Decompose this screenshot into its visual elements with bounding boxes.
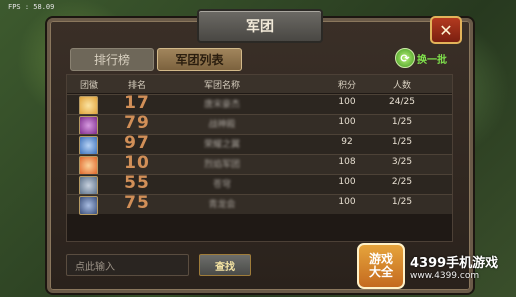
legion-name: 苍穹 [212,180,231,190]
score-value: 100 [338,97,356,107]
refresh-button[interactable]: ⟳ 换一批 [395,48,447,68]
header-name: 军团名称 [203,81,240,91]
rank-value: 97 [124,133,150,153]
watermark-url: www.4399.com [410,270,480,281]
legion-emblem-icon [79,96,98,115]
close-icon: ✕ [439,20,453,40]
legion-name: 战神殿 [208,120,236,130]
close-button[interactable]: ✕ [430,16,462,44]
dialog-title: 军团 [197,9,323,43]
watermark-title: 4399手机游戏 [410,255,499,271]
members-value: 2/25 [391,177,413,187]
legion-name: 青龙会 [208,200,236,210]
score-value: 100 [338,177,356,187]
members-value: 1/25 [391,117,413,127]
rank-value: 55 [124,173,150,193]
tab-leaderboard[interactable]: 排行榜 [70,48,154,71]
table-row[interactable]: 17 唐宋豪杰 100 24/25 [67,93,452,115]
score-value: 100 [338,117,356,127]
logo-line2: 大全 [368,265,393,279]
header-emblem: 团徽 [79,81,98,91]
header-members: 人数 [392,81,411,91]
legion-name: 唐宋豪杰 [203,100,240,110]
score-value: 100 [338,197,356,207]
table-row[interactable]: 55 苍穹 100 2/25 [67,173,452,195]
tab-legion-list[interactable]: 军团列表 [157,48,242,71]
table-row[interactable]: 75 青龙会 100 1/25 [67,193,452,215]
search-input[interactable] [67,257,188,278]
rank-value: 79 [124,113,150,133]
members-value: 24/25 [389,97,415,107]
score-value: 108 [338,157,356,167]
rank-value: 10 [124,153,150,173]
legion-emblem-icon [79,176,98,195]
legion-emblem-icon [79,136,98,155]
members-value: 1/25 [391,137,413,147]
header-score: 积分 [337,81,356,91]
refresh-icon: ⟳ [395,48,415,68]
table-header: 团徽 排名 军团名称 积分 人数 [67,75,452,93]
game-hub-logo: 游戏 大全 [357,243,405,289]
search-button[interactable]: 查找 [199,254,251,276]
members-value: 3/25 [391,157,413,167]
rank-value: 75 [124,193,150,213]
refresh-label: 换一批 [417,54,447,66]
score-value: 92 [341,137,353,147]
legion-emblem-icon [79,116,98,135]
legion-search-field[interactable] [66,254,189,278]
legion-table: 团徽 排名 军团名称 积分 人数 17 唐宋豪杰 100 24/25 79 战神… [66,74,453,242]
legion-name: 烈焰军团 [203,160,240,170]
table-row[interactable]: 10 烈焰军团 108 3/25 [67,153,452,175]
table-row[interactable]: 97 荣耀之翼 92 1/25 [67,133,452,155]
legion-name: 荣耀之翼 [203,140,240,150]
members-value: 1/25 [391,197,413,207]
legion-emblem-icon [79,196,98,215]
site-watermark: 游戏 大全 4399手机游戏 www.4399.com [357,243,507,289]
table-row[interactable]: 79 战神殿 100 1/25 [67,113,452,135]
header-rank: 排名 [127,81,146,91]
fps-counter: FPS : 58.09 [8,3,55,11]
legion-emblem-icon [79,156,98,175]
rank-value: 17 [124,93,150,113]
